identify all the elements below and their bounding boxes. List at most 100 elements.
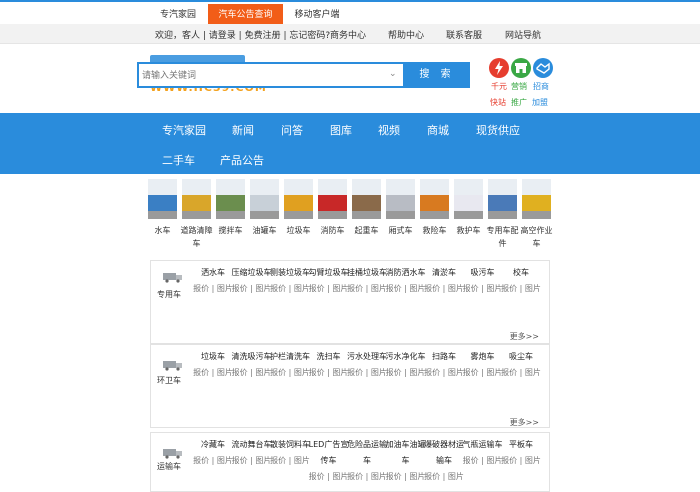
price-image-links[interactable]: 报价 | 图片 bbox=[463, 365, 503, 381]
help-center-link[interactable]: 帮助中心 bbox=[388, 28, 424, 41]
shop-icon[interactable] bbox=[511, 58, 531, 78]
nav-item-video[interactable]: 视频 bbox=[378, 122, 400, 138]
vehicle-thumb-label[interactable]: 高空作业车 bbox=[519, 224, 554, 250]
handshake-icon[interactable] bbox=[533, 58, 553, 78]
price-image-links[interactable]: 报价 | 图片 bbox=[386, 281, 426, 297]
price-image-links[interactable]: 报价 | 图片 bbox=[386, 365, 426, 381]
chevron-down-icon[interactable]: ⌄ bbox=[389, 69, 399, 81]
quick-label-zhaoshang[interactable]: 招商 bbox=[533, 81, 549, 92]
tab-announcement-query[interactable]: 汽车公告查询 bbox=[208, 4, 283, 26]
price-image-links[interactable]: 报价 | 图片 bbox=[309, 281, 349, 297]
quick-label-yingxiao[interactable]: 营销 bbox=[511, 81, 527, 92]
vehicle-photo[interactable] bbox=[352, 179, 381, 219]
vehicle-photo[interactable] bbox=[522, 179, 551, 219]
vehicle-thumb[interactable]: 道路清障车 bbox=[181, 178, 213, 248]
vehicle-thumb-label[interactable]: 消防车 bbox=[315, 224, 350, 237]
vehicle-model-link[interactable]: 校车 bbox=[501, 265, 541, 281]
vehicle-model-link[interactable]: LED广告宣传车 bbox=[309, 437, 349, 469]
vehicle-photo[interactable] bbox=[488, 179, 517, 219]
lightning-icon[interactable] bbox=[489, 58, 509, 78]
vehicle-photo[interactable] bbox=[386, 179, 415, 219]
vehicle-thumb[interactable]: 消防车 bbox=[318, 178, 347, 235]
price-image-links[interactable]: 报价 | 图片 bbox=[232, 281, 272, 297]
price-image-links[interactable]: 报价 | 图片 bbox=[347, 365, 387, 381]
vehicle-model-link[interactable]: 污水处理车 bbox=[347, 349, 387, 365]
price-image-links[interactable]: 报价 | 图片 bbox=[347, 281, 387, 297]
price-image-links[interactable]: 报价 | 图片 bbox=[463, 281, 503, 297]
contact-service-link[interactable]: 联系客服 bbox=[446, 28, 482, 41]
vehicle-model-link[interactable]: 雾炮车 bbox=[463, 349, 503, 365]
vehicle-model-link[interactable]: 洒水车 bbox=[193, 265, 233, 281]
vehicle-thumb[interactable]: 油罐车 bbox=[250, 178, 279, 235]
login-link[interactable]: 请登录 bbox=[209, 31, 236, 41]
vehicle-model-link[interactable]: 扫路车 bbox=[424, 349, 464, 365]
nav-item-news[interactable]: 新闻 bbox=[232, 122, 254, 138]
vehicle-thumb-label[interactable]: 水车 bbox=[145, 224, 180, 237]
vehicle-model-link[interactable]: 勾臂垃圾车 bbox=[309, 265, 349, 281]
vehicle-thumb[interactable]: 高空作业车 bbox=[521, 178, 553, 248]
vehicle-photo[interactable] bbox=[148, 179, 177, 219]
price-image-links[interactable]: 报价 | 图片 bbox=[463, 453, 503, 469]
vehicle-model-link[interactable]: 侧装垃圾车 bbox=[270, 265, 310, 281]
vehicle-thumb-label[interactable]: 道路清障车 bbox=[179, 224, 214, 250]
vehicle-model-link[interactable]: 垃圾车 bbox=[193, 349, 233, 365]
vehicle-thumb[interactable]: 垃圾车 bbox=[284, 178, 313, 235]
vehicle-thumb[interactable]: 水车 bbox=[148, 178, 177, 235]
search-button[interactable]: 搜 索 bbox=[404, 62, 470, 88]
quick-label-tuiguang[interactable]: 推广 bbox=[511, 97, 527, 108]
vehicle-model-link[interactable]: 散装饲料车 bbox=[270, 437, 310, 453]
price-image-links[interactable]: 报价 | 图片 bbox=[270, 453, 310, 469]
price-image-links[interactable]: 报价 | 图片 bbox=[309, 365, 349, 381]
price-image-links[interactable]: 报价 | 图片 bbox=[501, 281, 541, 297]
nav-item-mall[interactable]: 商城 bbox=[427, 122, 449, 138]
search-input[interactable] bbox=[142, 67, 382, 84]
price-image-links[interactable]: 报价 | 图片 bbox=[193, 281, 233, 297]
price-image-links[interactable]: 报价 | 图片 bbox=[270, 365, 310, 381]
vehicle-model-link[interactable]: 流动舞台车 bbox=[232, 437, 272, 453]
quick-label-kuaizhan[interactable]: 快站 bbox=[490, 97, 506, 108]
vehicle-photo[interactable] bbox=[182, 179, 211, 219]
vehicle-model-link[interactable]: 危险品运输车 bbox=[347, 437, 387, 469]
tab-mobile-client[interactable]: 移动客户端 bbox=[286, 4, 348, 26]
more-link[interactable]: 更多>> bbox=[510, 331, 539, 342]
price-image-links[interactable]: 报价 | 图片 bbox=[232, 365, 272, 381]
category-name[interactable]: 专用车 bbox=[157, 289, 181, 300]
vehicle-model-link[interactable]: 压缩垃圾车 bbox=[232, 265, 272, 281]
category-name[interactable]: 运输车 bbox=[157, 461, 181, 472]
vehicle-thumb-label[interactable]: 起重车 bbox=[349, 224, 384, 237]
vehicle-thumb[interactable]: 厢式车 bbox=[386, 178, 415, 235]
vehicle-photo[interactable] bbox=[250, 179, 279, 219]
vehicle-model-link[interactable]: 挂桶垃圾车 bbox=[347, 265, 387, 281]
vehicle-thumb-label[interactable]: 搅拌车 bbox=[213, 224, 248, 237]
vehicle-model-link[interactable]: 消防洒水车 bbox=[386, 265, 426, 281]
vehicle-thumb-label[interactable]: 专用车配件 bbox=[485, 224, 520, 250]
vehicle-thumb[interactable]: 救险车 bbox=[420, 178, 449, 235]
price-image-links[interactable]: 报价 | 图片 bbox=[347, 469, 387, 485]
register-link[interactable]: 免费注册 bbox=[245, 31, 281, 41]
more-link[interactable]: 更多>> bbox=[510, 417, 539, 428]
vehicle-photo[interactable] bbox=[318, 179, 347, 219]
vehicle-model-link[interactable]: 吸尘车 bbox=[501, 349, 541, 365]
vehicle-model-link[interactable]: 清淤车 bbox=[424, 265, 464, 281]
price-image-links[interactable]: 报价 | 图片 bbox=[232, 453, 272, 469]
category-name[interactable]: 环卫车 bbox=[157, 375, 181, 386]
vehicle-model-link[interactable]: 护栏清洗车 bbox=[270, 349, 310, 365]
price-image-links[interactable]: 报价 | 图片 bbox=[424, 469, 464, 485]
vehicle-thumb[interactable]: 起重车 bbox=[352, 178, 381, 235]
vehicle-thumb-label[interactable]: 垃圾车 bbox=[281, 224, 316, 237]
nav-item-zhuanqi-home[interactable]: 专汽家园 bbox=[162, 122, 206, 138]
price-image-links[interactable]: 报价 | 图片 bbox=[424, 365, 464, 381]
vehicle-photo[interactable] bbox=[284, 179, 313, 219]
forgot-password-link[interactable]: 忘记密码? bbox=[289, 31, 330, 41]
business-center-link[interactable]: 商务中心 bbox=[330, 28, 366, 41]
vehicle-thumb[interactable]: 救护车 bbox=[454, 178, 483, 235]
price-image-links[interactable]: 报价 | 图片 bbox=[193, 453, 233, 469]
tab-zhuanqi-home[interactable]: 专汽家园 bbox=[148, 4, 208, 26]
vehicle-thumb-label[interactable]: 救护车 bbox=[451, 224, 486, 237]
price-image-links[interactable]: 报价 | 图片 bbox=[424, 281, 464, 297]
price-image-links[interactable]: 报价 | 图片 bbox=[501, 365, 541, 381]
site-nav-link[interactable]: 网站导航 bbox=[505, 28, 541, 41]
vehicle-model-link[interactable]: 洗扫车 bbox=[309, 349, 349, 365]
vehicle-model-link[interactable]: 爆破器材运输车 bbox=[424, 437, 464, 469]
nav-item-qa[interactable]: 问答 bbox=[281, 122, 303, 138]
